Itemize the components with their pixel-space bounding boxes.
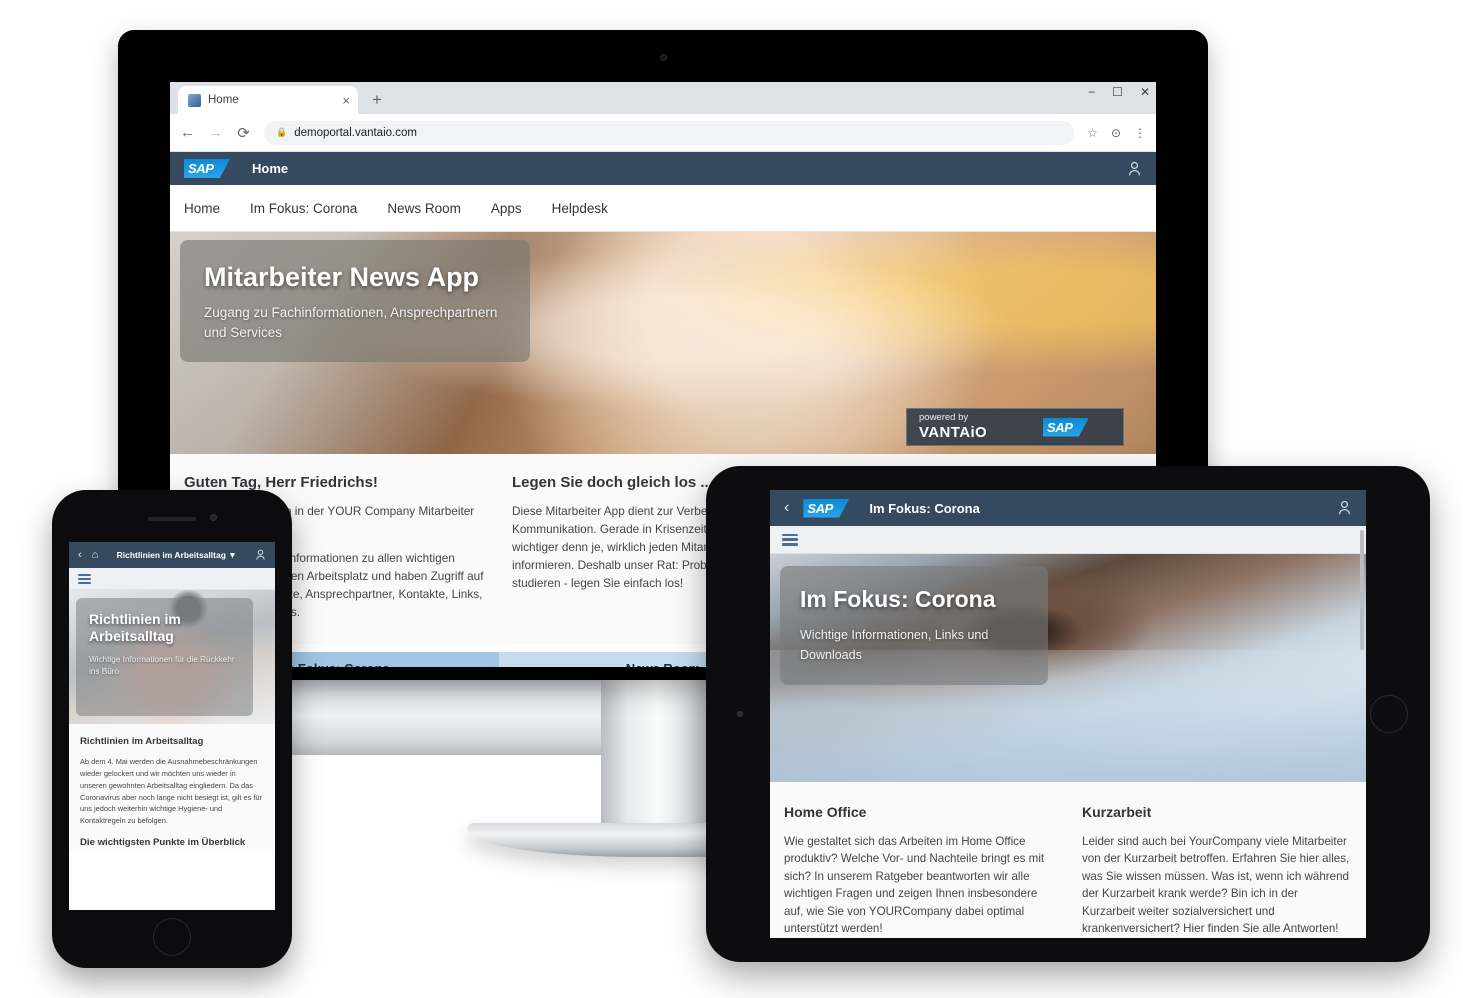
reload-icon[interactable]: ⟳ — [236, 124, 251, 142]
lock-icon: 🔒 — [276, 127, 288, 137]
hero-subtitle: Zugang zu Fachinformationen, Ansprechpar… — [204, 305, 498, 340]
hero-banner: Mitarbeiter News App Zugang zu Fachinfor… — [170, 232, 1156, 454]
sap-logo-icon[interactable]: SAP — [184, 159, 230, 178]
page-title: Home — [252, 161, 289, 176]
ipad-camera-icon — [737, 711, 743, 717]
sap-logo-text: SAP — [188, 161, 214, 176]
card-text: Wie gestaltet sich das Arbeiten im Home … — [784, 835, 1045, 935]
portal-main-navigation: Home Im Fokus: Corona News Room Apps Hel… — [170, 185, 1156, 232]
nav-item-helpdesk[interactable]: Helpdesk — [552, 201, 608, 216]
article-heading: Richtlinien im Arbeitsalltag — [80, 736, 204, 747]
profile-icon[interactable]: ⊙ — [1111, 126, 1121, 140]
maximize-button[interactable]: ☐ — [1112, 86, 1123, 98]
browser-omnibar: ← → ⟳ 🔒 demoportal.vantaio.com ☆ ⊙ ⋮ — [170, 114, 1156, 152]
tablet-hero-banner: Im Fokus: Corona Wichtige Informationen,… — [770, 554, 1366, 782]
tablet-page-title: Im Fokus: Corona — [869, 500, 980, 516]
hamburger-menu-icon[interactable] — [782, 533, 798, 546]
phone-page-title-text: Richtlinien im Arbeitsalltag — [116, 550, 226, 560]
ipad-device: ‹ SAP Im Fokus: Corona Im Fokus: Corona — [706, 466, 1430, 962]
phone-shell-header: ‹ ⌂ Richtlinien im Arbeitsalltag ▼ — [69, 542, 275, 568]
tablet-hero-text-card: Im Fokus: Corona Wichtige Informationen,… — [780, 566, 1048, 685]
card-home-office: Home Office Wie gestaltet sich das Arbei… — [784, 804, 1054, 938]
user-avatar-icon[interactable] — [1127, 161, 1142, 177]
card-heading: Kurzarbeit — [1082, 804, 1152, 820]
sap-partner-logo-icon: SAP — [1043, 417, 1089, 437]
sap-logo-text: SAP — [807, 500, 833, 516]
article-text: Ab dem 4. Mai werden die Ausnahmebeschrä… — [80, 757, 262, 826]
phone-subheader — [69, 568, 275, 590]
iphone-screen: ‹ ⌂ Richtlinien im Arbeitsalltag ▼ Richt… — [69, 542, 275, 910]
hero-text-card: Mitarbeiter News App Zugang zu Fachinfor… — [180, 240, 530, 363]
tablet-hero-title: Im Fokus: Corona — [800, 586, 996, 612]
tablet-subheader — [770, 526, 1366, 554]
powered-by-label: powered by — [919, 412, 969, 424]
iphone-camera-icon — [210, 514, 217, 521]
browser-tab[interactable]: Home × — [178, 86, 358, 114]
ipad-home-button[interactable] — [1370, 695, 1408, 733]
nav-item-apps[interactable]: Apps — [491, 201, 522, 216]
close-icon[interactable]: × — [342, 94, 350, 107]
bookmark-star-icon[interactable]: ☆ — [1087, 126, 1098, 140]
hamburger-menu-icon[interactable] — [78, 573, 91, 584]
minimize-button[interactable]: − — [1088, 86, 1095, 98]
back-chevron-icon[interactable]: ‹ — [78, 549, 82, 561]
tablet-shell-header: ‹ SAP Im Fokus: Corona — [770, 490, 1366, 526]
phone-hero-text-card: Richtlinien im Arbeitsalltag Wichtige In… — [76, 598, 253, 716]
sap-logo-icon[interactable]: SAP — [803, 498, 850, 518]
ipad-screen: ‹ SAP Im Fokus: Corona Im Fokus: Corona — [770, 490, 1366, 938]
user-avatar-icon[interactable] — [1337, 500, 1352, 516]
column-heading: Guten Tag, Herr Friedrichs! — [184, 474, 378, 491]
phone-page-title: Richtlinien im Arbeitsalltag ▼ — [117, 550, 237, 560]
tab-title: Home — [208, 94, 239, 106]
iphone-home-button[interactable] — [153, 918, 191, 956]
url-text: demoportal.vantaio.com — [294, 126, 417, 139]
phone-article: Richtlinien im Arbeitsalltag Ab dem 4. M… — [69, 724, 275, 850]
device-mockup-scene: Home × + − ☐ ✕ ← → ⟳ 🔒 demoportal.vantai… — [0, 0, 1463, 998]
sap-partner-logo-text: SAP — [1047, 419, 1073, 435]
user-avatar-icon[interactable] — [255, 549, 266, 561]
back-chevron-icon[interactable]: ‹ — [784, 499, 789, 517]
powered-by-badge: powered by VANTAiO SAP — [906, 408, 1124, 446]
browser-menu-icon[interactable]: ⋮ — [1134, 126, 1146, 140]
back-icon[interactable]: ← — [180, 124, 195, 141]
imac-camera-icon — [659, 54, 667, 61]
card-heading: Home Office — [784, 804, 867, 820]
vantaio-brand: VANTAiO — [919, 423, 988, 441]
phone-hero-subtitle: Wichtige Informationen für die Rückkehr … — [89, 654, 235, 677]
chevron-down-icon[interactable]: ▼ — [228, 550, 236, 560]
iphone-speaker — [148, 517, 196, 521]
hero-title: Mitarbeiter News App — [204, 262, 480, 292]
card-kurzarbeit: Kurzarbeit Leider sind auch bei YourComp… — [1082, 804, 1352, 938]
phone-hero-banner: Richtlinien im Arbeitsalltag Wichtige In… — [69, 590, 275, 724]
card-text: Leider sind auch bei YourCompany viele M… — [1082, 835, 1350, 935]
vertical-scrollbar[interactable] — [1360, 530, 1364, 650]
close-window-button[interactable]: ✕ — [1140, 86, 1150, 98]
iphone-device: ‹ ⌂ Richtlinien im Arbeitsalltag ▼ Richt… — [52, 490, 292, 968]
sap-shell-header: SAP Home — [170, 152, 1156, 185]
browser-tab-strip: Home × + − ☐ ✕ — [170, 82, 1156, 114]
home-icon[interactable]: ⌂ — [92, 549, 99, 561]
address-bar[interactable]: 🔒 demoportal.vantaio.com — [264, 120, 1075, 145]
forward-icon[interactable]: → — [208, 124, 223, 141]
window-controls: − ☐ ✕ — [1088, 86, 1150, 98]
new-tab-button[interactable]: + — [372, 90, 382, 110]
nav-item-home[interactable]: Home — [184, 201, 220, 216]
article-subheading: Die wichtigsten Punkte im Überblick — [80, 837, 246, 849]
tablet-hero-subtitle: Wichtige Informationen, Links und Downlo… — [800, 628, 989, 662]
phone-hero-title: Richtlinien im Arbeitsalltag — [89, 611, 181, 645]
nav-item-news-room[interactable]: News Room — [387, 201, 461, 216]
nav-item-corona[interactable]: Im Fokus: Corona — [250, 201, 357, 216]
tab-favicon-icon — [188, 93, 201, 107]
tablet-content-cards: Home Office Wie gestaltet sich das Arbei… — [770, 782, 1366, 938]
